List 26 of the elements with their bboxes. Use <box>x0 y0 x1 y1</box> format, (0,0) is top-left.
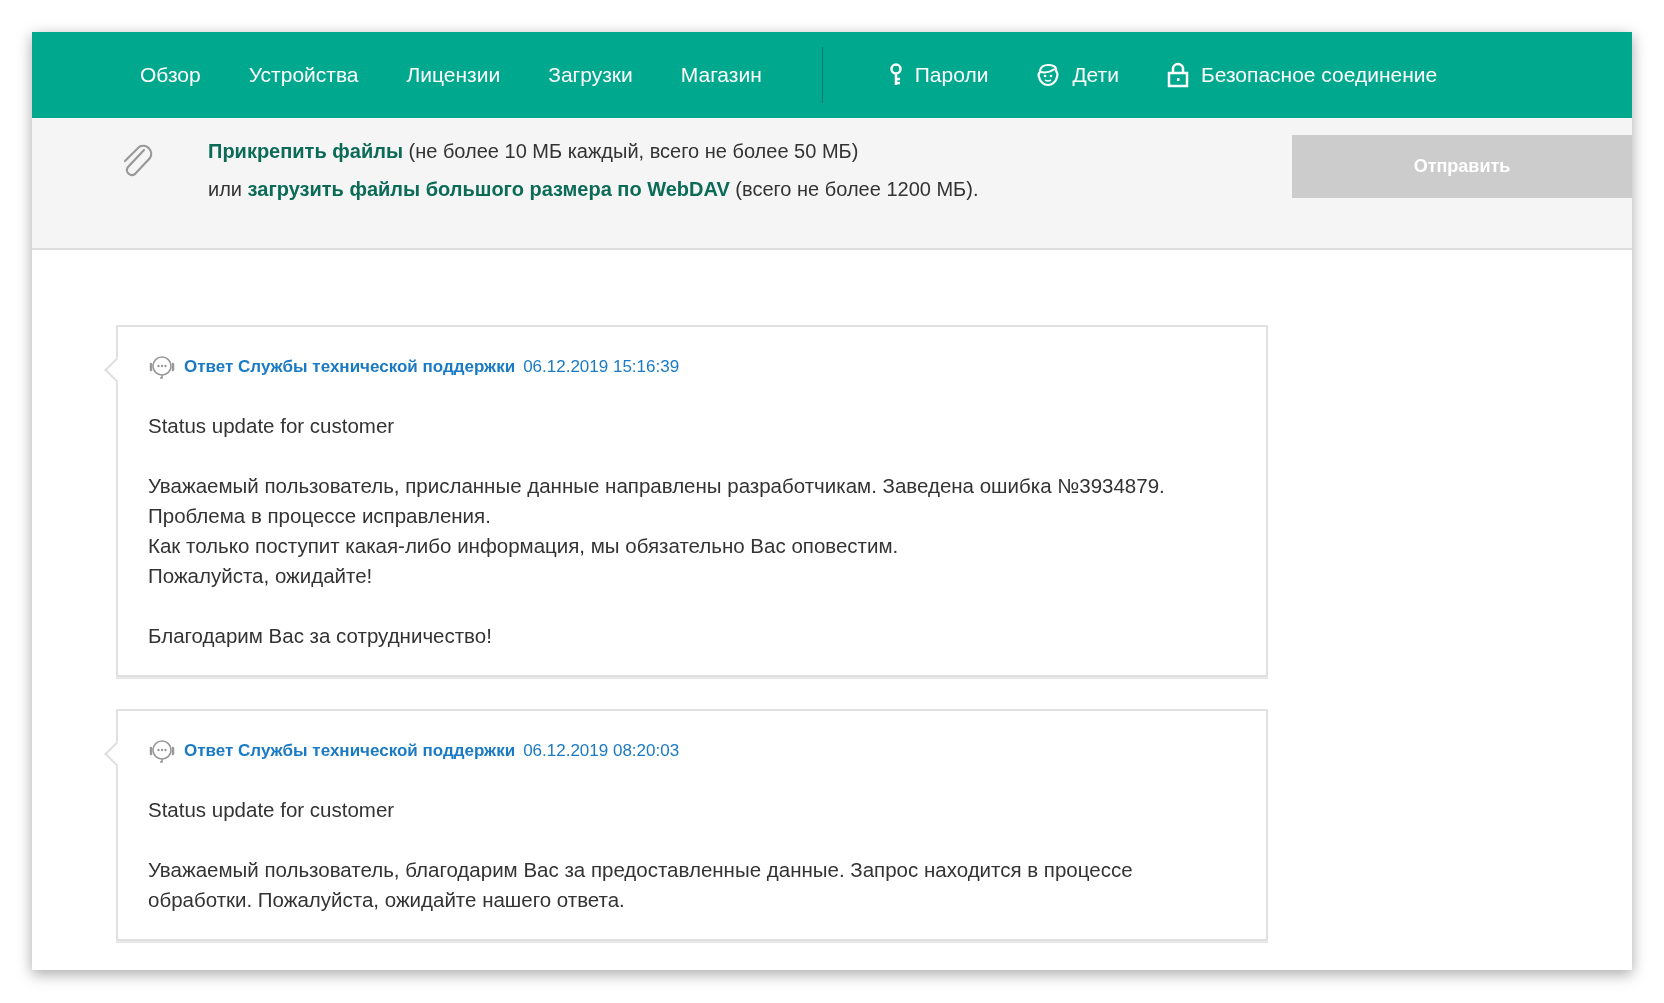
nav-link[interactable]: Безопасное соединение <box>1200 63 1438 87</box>
nav-link[interactable]: Обзор <box>140 63 201 87</box>
support-agent-icon <box>148 737 176 765</box>
nav-link[interactable]: Устройства <box>248 63 359 87</box>
nav-link[interactable]: Загрузки <box>548 63 633 87</box>
message-text: Status update for customer <box>148 797 396 823</box>
message-text: Уважаемый пользователь, присланные данные направлены разработчикам. Заведена ошибка №3934879. Проблема в процессе исправления. Как только поступит какая-либо информация, мы обязательно Вас оповестим. Пожалуйста, ожидайте! <box>148 473 1166 589</box>
author-name: Ответ Службы технической поддержки <box>184 357 516 377</box>
message-text: Благодарим Вас за сотрудничество! <box>148 623 493 649</box>
nav-link[interactable]: Магазин <box>680 63 762 87</box>
lock-icon <box>1166 62 1189 88</box>
support-agent-icon <box>148 353 176 381</box>
nav-link[interactable]: Пароли <box>914 63 989 87</box>
message-text: Уважаемый пользователь, благодарим Вас за предоставленные данные. Запрос находится в процессе обработки. Пожалуйста, ожидайте нашего ответа. <box>148 857 1134 913</box>
attach-link[interactable]: Прикрепить файлы <box>208 140 403 162</box>
message-date: 06.12.2019 15:16:39 <box>523 357 680 377</box>
message-date: 06.12.2019 08:20:03 <box>523 741 680 761</box>
nav-link[interactable]: Лицензии <box>406 63 501 87</box>
author-name: Ответ Службы технической поддержки <box>184 741 516 761</box>
kid-face-icon <box>1036 63 1061 87</box>
nav-link[interactable]: Дети <box>1072 63 1119 87</box>
key-icon <box>888 63 903 87</box>
message-text: Status update for customer <box>148 413 396 439</box>
attach-instructions: или загрузить файлы большого размера по WebDAV (всего не более 1200 МБ). <box>208 177 980 202</box>
attach-instructions: Прикрепить файлы (не более 10 МБ каждый, всего не более 50 МБ) <box>208 139 860 164</box>
attach-link[interactable]: загрузить файлы большого размера по WebDAV <box>247 178 730 200</box>
